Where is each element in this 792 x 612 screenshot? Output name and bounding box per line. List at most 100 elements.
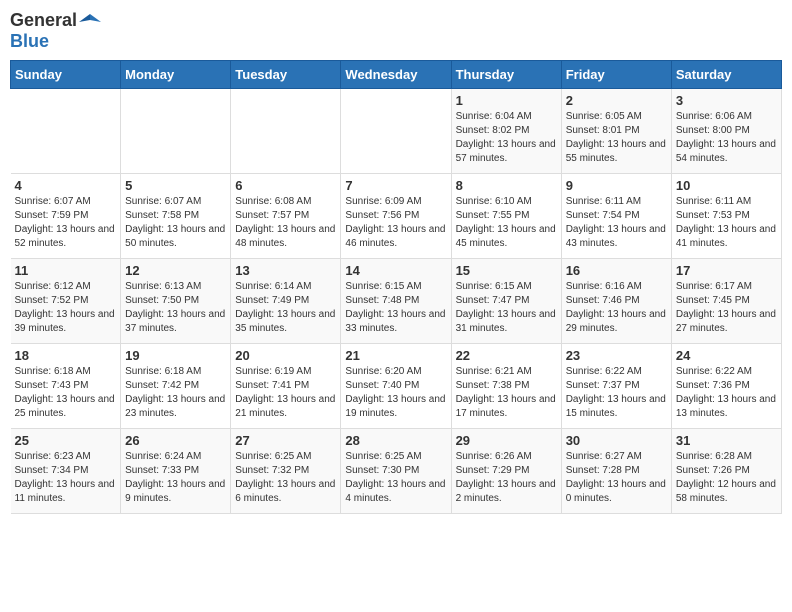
calendar-cell: 2 Sunrise: 6:05 AMSunset: 8:01 PMDaylight… (561, 89, 671, 174)
calendar-cell (121, 89, 231, 174)
calendar-cell: 7 Sunrise: 6:09 AMSunset: 7:56 PMDaylight… (341, 174, 451, 259)
day-number: 23 (566, 348, 667, 363)
day-detail: Sunrise: 6:22 AMSunset: 7:37 PMDaylight:… (566, 365, 667, 421)
logo: General Blue (10, 10, 101, 52)
calendar-cell: 23 Sunrise: 6:22 AMSunset: 7:37 PMDayligh… (561, 344, 671, 429)
header-day-wednesday: Wednesday (341, 61, 451, 89)
day-detail: Sunrise: 6:25 AMSunset: 7:30 PMDaylight:… (345, 450, 446, 506)
day-number: 6 (235, 178, 336, 193)
day-detail: Sunrise: 6:11 AMSunset: 7:54 PMDaylight:… (566, 195, 667, 251)
day-detail: Sunrise: 6:05 AMSunset: 8:01 PMDaylight:… (566, 110, 667, 166)
calendar-cell: 18 Sunrise: 6:18 AMSunset: 7:43 PMDayligh… (11, 344, 121, 429)
calendar-week-2: 4Sunrise: 6:07 AMSunset: 7:59 PMDaylight… (11, 174, 782, 259)
calendar-cell: 21Sunrise: 6:20 AMSunset: 7:40 PMDayligh… (341, 344, 451, 429)
day-detail: Sunrise: 6:24 AMSunset: 7:33 PMDaylight:… (125, 450, 226, 506)
day-number: 29 (456, 433, 557, 448)
calendar-week-4: 18 Sunrise: 6:18 AMSunset: 7:43 PMDayligh… (11, 344, 782, 429)
day-detail: Sunrise: 6:28 AMSunset: 7:26 PMDaylight:… (676, 450, 777, 506)
day-number: 13 (235, 263, 336, 278)
calendar-week-1: 1Sunrise: 6:04 AMSunset: 8:02 PMDaylight… (11, 89, 782, 174)
day-number: 22 (456, 348, 557, 363)
day-detail: Sunrise: 6:14 AMSunset: 7:49 PMDaylight:… (235, 280, 336, 336)
day-detail: Sunrise: 6:18 AMSunset: 7:43 PMDaylight:… (15, 365, 117, 421)
calendar-cell: 16 Sunrise: 6:16 AMSunset: 7:46 PMDayligh… (561, 259, 671, 344)
header-day-friday: Friday (561, 61, 671, 89)
day-number: 28 (345, 433, 446, 448)
day-detail: Sunrise: 6:16 AMSunset: 7:46 PMDaylight:… (566, 280, 667, 336)
day-number: 20 (235, 348, 336, 363)
day-detail: Sunrise: 6:23 AMSunset: 7:34 PMDaylight:… (15, 450, 117, 506)
day-number: 14 (345, 263, 446, 278)
calendar-cell: 30 Sunrise: 6:27 AMSunset: 7:28 PMDayligh… (561, 429, 671, 514)
day-number: 7 (345, 178, 446, 193)
calendar-cell: 10 Sunrise: 6:11 AMSunset: 7:53 PMDayligh… (671, 174, 781, 259)
calendar-cell (341, 89, 451, 174)
day-detail: Sunrise: 6:15 AMSunset: 7:47 PMDaylight:… (456, 280, 557, 336)
day-number: 10 (676, 178, 777, 193)
calendar-cell: 6 Sunrise: 6:08 AMSunset: 7:57 PMDaylight… (231, 174, 341, 259)
day-detail: Sunrise: 6:08 AMSunset: 7:57 PMDaylight:… (235, 195, 336, 251)
day-detail: Sunrise: 6:21 AMSunset: 7:38 PMDaylight:… (456, 365, 557, 421)
day-detail: Sunrise: 6:20 AMSunset: 7:40 PMDaylight:… (345, 365, 446, 421)
day-number: 24 (676, 348, 777, 363)
header: General Blue (10, 10, 782, 52)
calendar-cell: 22 Sunrise: 6:21 AMSunset: 7:38 PMDayligh… (451, 344, 561, 429)
day-number: 25 (15, 433, 117, 448)
day-detail: Sunrise: 6:17 AMSunset: 7:45 PMDaylight:… (676, 280, 777, 336)
header-day-monday: Monday (121, 61, 231, 89)
calendar-cell: 27Sunrise: 6:25 AMSunset: 7:32 PMDayligh… (231, 429, 341, 514)
calendar-cell: 1Sunrise: 6:04 AMSunset: 8:02 PMDaylight… (451, 89, 561, 174)
calendar-cell: 8 Sunrise: 6:10 AMSunset: 7:55 PMDaylight… (451, 174, 561, 259)
day-detail: Sunrise: 6:09 AMSunset: 7:56 PMDaylight:… (345, 195, 446, 251)
calendar-cell: 13 Sunrise: 6:14 AMSunset: 7:49 PMDayligh… (231, 259, 341, 344)
calendar-cell: 12Sunrise: 6:13 AMSunset: 7:50 PMDayligh… (121, 259, 231, 344)
day-number: 11 (15, 263, 117, 278)
day-detail: Sunrise: 6:27 AMSunset: 7:28 PMDaylight:… (566, 450, 667, 506)
calendar-cell: 15Sunrise: 6:15 AMSunset: 7:47 PMDayligh… (451, 259, 561, 344)
calendar-cell: 9 Sunrise: 6:11 AMSunset: 7:54 PMDaylight… (561, 174, 671, 259)
day-detail: Sunrise: 6:11 AMSunset: 7:53 PMDaylight:… (676, 195, 777, 251)
calendar-week-5: 25 Sunrise: 6:23 AMSunset: 7:34 PMDayligh… (11, 429, 782, 514)
calendar-cell: 29 Sunrise: 6:26 AMSunset: 7:29 PMDayligh… (451, 429, 561, 514)
calendar-cell: 3 Sunrise: 6:06 AMSunset: 8:00 PMDaylight… (671, 89, 781, 174)
header-day-tuesday: Tuesday (231, 61, 341, 89)
calendar-cell: 20 Sunrise: 6:19 AMSunset: 7:41 PMDayligh… (231, 344, 341, 429)
day-number: 16 (566, 263, 667, 278)
day-detail: Sunrise: 6:04 AMSunset: 8:02 PMDaylight:… (456, 110, 557, 166)
logo-blue-text: Blue (10, 31, 49, 51)
day-detail: Sunrise: 6:22 AMSunset: 7:36 PMDaylight:… (676, 365, 777, 421)
day-detail: Sunrise: 6:19 AMSunset: 7:41 PMDaylight:… (235, 365, 336, 421)
calendar-cell: 19Sunrise: 6:18 AMSunset: 7:42 PMDayligh… (121, 344, 231, 429)
day-detail: Sunrise: 6:15 AMSunset: 7:48 PMDaylight:… (345, 280, 446, 336)
day-number: 26 (125, 433, 226, 448)
day-detail: Sunrise: 6:07 AMSunset: 7:58 PMDaylight:… (125, 195, 226, 251)
calendar-body: 1Sunrise: 6:04 AMSunset: 8:02 PMDaylight… (11, 89, 782, 514)
calendar-cell: 31 Sunrise: 6:28 AMSunset: 7:26 PMDayligh… (671, 429, 781, 514)
day-detail: Sunrise: 6:06 AMSunset: 8:00 PMDaylight:… (676, 110, 777, 166)
calendar-cell: 5Sunrise: 6:07 AMSunset: 7:58 PMDaylight… (121, 174, 231, 259)
day-number: 30 (566, 433, 667, 448)
calendar-cell: 14 Sunrise: 6:15 AMSunset: 7:48 PMDayligh… (341, 259, 451, 344)
day-number: 9 (566, 178, 667, 193)
calendar-cell: 25 Sunrise: 6:23 AMSunset: 7:34 PMDayligh… (11, 429, 121, 514)
calendar-cell: 28 Sunrise: 6:25 AMSunset: 7:30 PMDayligh… (341, 429, 451, 514)
day-detail: Sunrise: 6:12 AMSunset: 7:52 PMDaylight:… (15, 280, 117, 336)
calendar-header: SundayMondayTuesdayWednesdayThursdayFrid… (11, 61, 782, 89)
calendar-cell (231, 89, 341, 174)
day-detail: Sunrise: 6:18 AMSunset: 7:42 PMDaylight:… (125, 365, 226, 421)
day-number: 31 (676, 433, 777, 448)
day-number: 12 (125, 263, 226, 278)
calendar-cell: 11 Sunrise: 6:12 AMSunset: 7:52 PMDayligh… (11, 259, 121, 344)
calendar-cell: 26 Sunrise: 6:24 AMSunset: 7:33 PMDayligh… (121, 429, 231, 514)
day-detail: Sunrise: 6:26 AMSunset: 7:29 PMDaylight:… (456, 450, 557, 506)
day-number: 3 (676, 93, 777, 108)
day-number: 18 (15, 348, 117, 363)
header-day-saturday: Saturday (671, 61, 781, 89)
logo-bird-icon (79, 12, 101, 30)
day-number: 8 (456, 178, 557, 193)
day-detail: Sunrise: 6:10 AMSunset: 7:55 PMDaylight:… (456, 195, 557, 251)
calendar-table: SundayMondayTuesdayWednesdayThursdayFrid… (10, 60, 782, 514)
day-detail: Sunrise: 6:07 AMSunset: 7:59 PMDaylight:… (15, 195, 117, 251)
day-number: 2 (566, 93, 667, 108)
logo-general-text: General (10, 10, 77, 31)
